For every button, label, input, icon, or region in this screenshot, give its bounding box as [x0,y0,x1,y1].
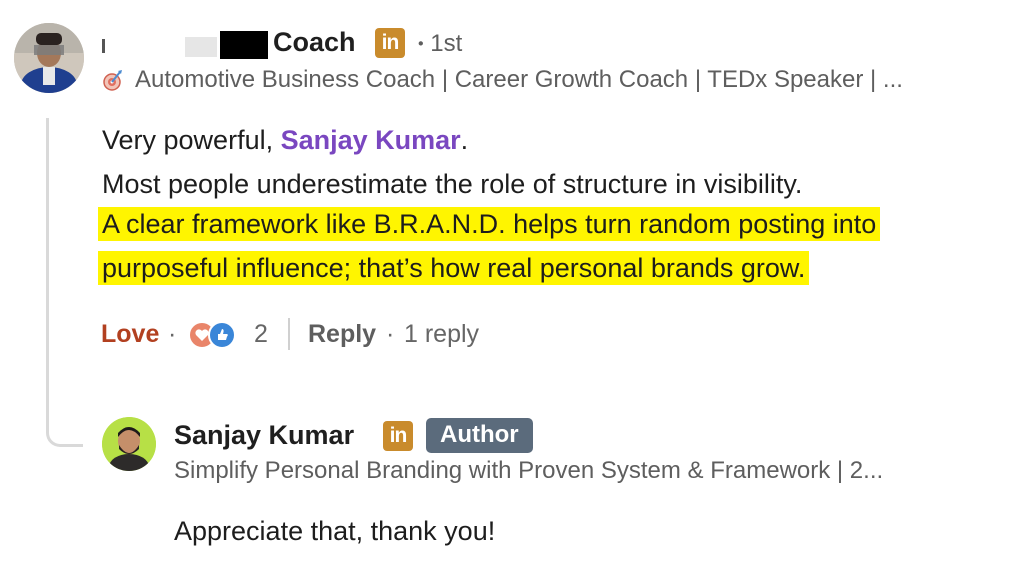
reply-button[interactable]: Reply [308,320,376,349]
commenter-headline: Automotive Business Coach | Career Growt… [135,66,903,93]
commenter-avatar[interactable] [14,23,84,93]
commenter-avatar-image [14,23,84,93]
reply-author-headline: Simplify Personal Branding with Proven S… [174,457,884,484]
love-reaction-button[interactable]: Love [101,320,159,349]
commenter-name[interactable]: Coach [273,27,356,58]
degree-label: 1st [430,30,463,57]
reaction-icons[interactable] [188,321,248,349]
connection-degree: • 1st [418,30,462,58]
reply-avatar-image [102,417,156,471]
author-badge: Author [426,418,533,453]
reply-author-name[interactable]: Sanjay Kumar [174,420,354,451]
reply-dot: · [386,320,395,348]
like-reaction-icon [208,321,236,349]
target-icon [101,69,123,91]
mention-link[interactable]: Sanjay Kumar [281,125,461,155]
linkedin-badge-icon: in [375,28,405,58]
action-dot: · [168,320,177,348]
reply-count-link[interactable]: 1 reply [404,320,479,349]
comment-body-line-4: purposeful influence; that’s how real pe… [98,251,810,285]
redacted-name [100,31,270,61]
highlighted-text: purposeful influence; that’s how real pe… [98,251,810,285]
reply-body: Appreciate that, thank you! [174,516,496,546]
reaction-count[interactable]: 2 [254,320,268,349]
linkedin-badge-icon: in [383,421,413,451]
highlighted-text: A clear framework like B.R.A.N.D. helps … [98,207,881,241]
thread-connector-line [46,118,83,447]
comment-body-line-1: Very powerful, Sanjay Kumar. [102,125,468,156]
degree-separator: • [418,35,424,53]
comment-body-line-1-suffix: . [460,125,469,155]
comment-body-line-1-prefix: Very powerful, [102,125,281,155]
comment-body-line-3: A clear framework like B.R.A.N.D. helps … [98,207,881,241]
comment-body-line-2: Most people underestimate the role of st… [102,169,803,199]
reply-author-avatar[interactable] [102,417,156,471]
action-divider [288,318,290,350]
